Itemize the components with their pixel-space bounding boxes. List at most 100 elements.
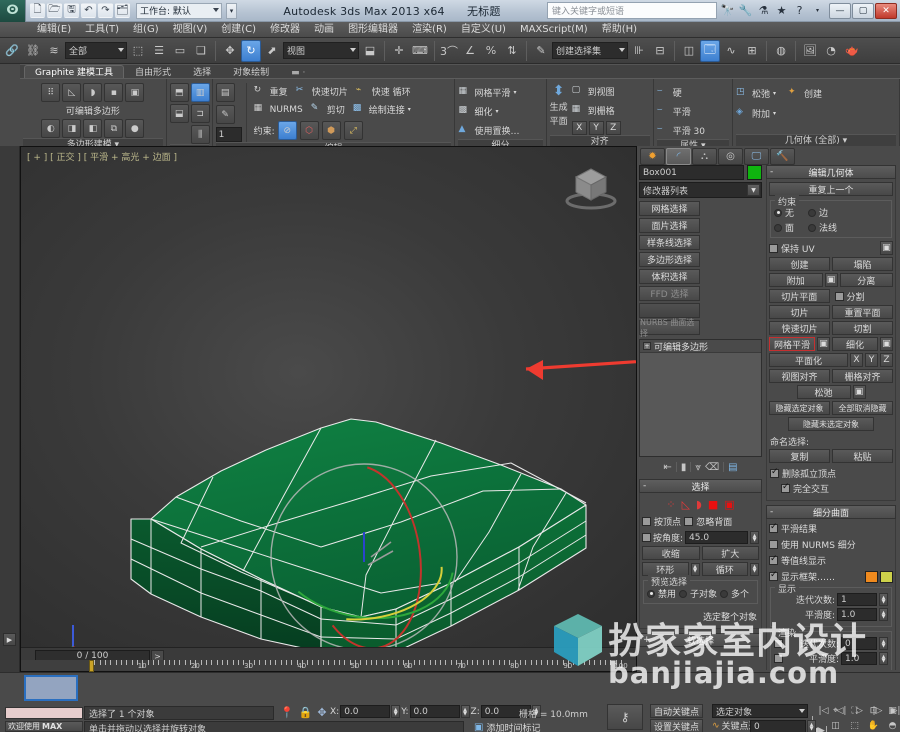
redo-icon[interactable]: ↷ — [98, 3, 113, 18]
minimize-button[interactable]: — — [829, 2, 851, 19]
constraint-none-icon[interactable]: ⊘ — [277, 121, 297, 140]
hide-selected-button[interactable]: 隐藏选定对象 — [769, 401, 830, 415]
field-of-view-icon[interactable]: ◫ — [828, 719, 843, 732]
modifier-stack-entry[interactable]: + 可编辑多边形 — [640, 340, 761, 353]
rendered-frame-window-icon[interactable]: ◔ — [821, 40, 841, 62]
smooth-result-checkbox[interactable] — [769, 522, 778, 533]
select-and-move-icon[interactable]: ✥ — [220, 40, 240, 62]
tessellate-button[interactable]: 细化 — [832, 337, 878, 351]
y-spinner[interactable]: ▲ ▼ — [460, 705, 470, 718]
selected-object-dropdown[interactable]: 选定对象 — [712, 704, 808, 718]
repeat-last-button[interactable]: 重复上一个 — [769, 182, 893, 196]
select-and-manipulate-icon[interactable]: ✛ — [389, 40, 409, 62]
preserve-uv-settings-button[interactable]: ▣ — [880, 241, 893, 255]
menu-item-create[interactable]: 创建(C) — [214, 22, 263, 38]
select-and-rotate-icon[interactable]: ↻ — [241, 39, 261, 62]
render-iterations-spinner[interactable]: ▲ ▼ — [879, 637, 888, 650]
loop-button[interactable]: 循环 — [701, 562, 748, 576]
grow-button[interactable]: 扩大 — [701, 546, 759, 560]
menu-item-maxscript[interactable]: MAXScript(M) — [513, 22, 595, 38]
render-iterations-field[interactable]: 0 — [841, 637, 877, 650]
edit-mode-b-icon[interactable]: ✎ — [215, 105, 235, 124]
select-and-scale-icon[interactable]: ⬈ — [262, 40, 282, 62]
chevron-down-icon[interactable]: ▾ — [773, 110, 776, 117]
ribbon-smooth-button[interactable]: ⌣ 平滑 — [657, 103, 729, 120]
chevron-down-icon[interactable]: ▾ — [513, 89, 516, 96]
chevron-down-icon[interactable]: ▼ — [747, 184, 760, 196]
collapse-button[interactable]: 塌陷 — [832, 257, 893, 271]
planarize-z-button[interactable]: Z — [880, 353, 893, 367]
ribbon-mesh-smooth-button[interactable]: ▦ 网格平滑 ▾ — [458, 84, 542, 101]
planarize-x-button[interactable]: X — [850, 353, 863, 367]
attach-settings-button[interactable]: ▣ — [824, 273, 838, 287]
modify-tab[interactable]: ◜ — [666, 148, 691, 165]
tab-freeform[interactable]: 自由形式 — [124, 65, 182, 78]
favorite-star-icon[interactable]: ★ — [774, 3, 789, 18]
lock-selection-icon[interactable]: 🔒 — [299, 706, 313, 719]
tab-graphite-modeling-tools[interactable]: Graphite 建模工具 — [24, 65, 125, 78]
repeat-toggle-icon[interactable]: ⬒ — [169, 83, 189, 102]
use-pivot-point-center-icon[interactable]: ⬓ — [360, 40, 380, 62]
absolute-relative-icon[interactable]: ✥ — [317, 706, 326, 719]
border-subobject-icon[interactable]: ◗ — [83, 83, 103, 102]
add-time-tag-icon[interactable]: ▣ — [474, 722, 483, 732]
element-icon[interactable]: ▣ — [724, 498, 734, 511]
align-axis-x-button[interactable]: X — [571, 121, 587, 135]
maximize-button[interactable]: ▢ — [852, 2, 874, 19]
constraint-normal-icon[interactable]: ⤢ — [343, 121, 363, 140]
constraint-edge-icon[interactable]: ⬡ — [299, 121, 319, 140]
ring-spinner[interactable]: ▲ ▼ — [690, 562, 700, 576]
menu-item-modifiers[interactable]: 修改器 — [263, 22, 307, 38]
y-coordinate-field[interactable]: 0.0 — [409, 705, 460, 718]
cut-button[interactable]: 切割 — [832, 321, 893, 335]
zoom-all-icon[interactable]: ⛶ — [847, 704, 862, 718]
workspace-dropdown-button[interactable]: ▾ — [226, 2, 237, 19]
ribbon-paint-connect-button[interactable]: ▩ 绘制连接 ▾ — [353, 101, 411, 118]
material-editor-icon[interactable]: ◍ — [771, 40, 791, 62]
constraint-face-icon[interactable]: ⬢ — [321, 121, 341, 140]
preview-multiple-option[interactable]: 多个 — [720, 587, 749, 600]
create-tab[interactable]: ✹ — [640, 148, 665, 165]
current-frame-field[interactable]: 0 — [750, 720, 806, 732]
select-by-name-icon[interactable]: ☰ — [149, 40, 169, 62]
box-object-mesh[interactable] — [21, 147, 636, 647]
menu-item-graph-editors[interactable]: 图形编辑器 — [341, 22, 405, 38]
modifier-list-dropdown[interactable]: 修改器列表 ▼ — [639, 182, 762, 198]
angle-snap-toggle-icon[interactable]: ∠ — [460, 40, 480, 62]
render-production-icon[interactable]: 🫖 — [842, 40, 862, 62]
subobject-level-icon[interactable]: ⫼ — [190, 125, 210, 144]
render-smoothness-spinner[interactable]: ▲ ▼ — [879, 652, 888, 665]
snaps-toggle-icon[interactable]: 3⌒ — [439, 40, 459, 62]
constraint-face-radio[interactable] — [774, 223, 782, 232]
preview-disabled-option[interactable]: 禁用 — [647, 587, 676, 600]
subdivision-rollout-header[interactable]: - 细分曲面 — [766, 505, 896, 519]
edit-geometry-rollout-header[interactable]: - 编辑几何体 — [766, 165, 896, 179]
make-planar-button[interactable]: 平面化 — [769, 353, 848, 367]
selection-filter-dropdown[interactable]: 全部 — [65, 42, 127, 59]
ignore-backfacing-checkbox-row[interactable]: 忽略背面 — [684, 515, 732, 528]
patch-select-button[interactable]: 面片选择 — [639, 218, 700, 233]
constraint-edge-option[interactable]: 边 — [808, 206, 828, 219]
ffd-select-button[interactable]: FFD 选择 — [639, 286, 700, 301]
search-binoculars-icon[interactable]: 🔭 — [720, 3, 735, 18]
align-icon[interactable]: ⊟ — [650, 40, 670, 62]
panel-label-geometry[interactable]: 几何体 (全部) ▾ — [736, 134, 896, 146]
orbit-icon[interactable]: ◓ — [885, 719, 900, 732]
repeat-count-field[interactable]: 1 — [215, 127, 242, 142]
open-file-icon[interactable]: 🗁 — [47, 3, 62, 18]
modifier-stack[interactable]: + 可编辑多边形 — [639, 339, 762, 457]
chevron-down-icon[interactable]: ▾ — [408, 106, 411, 113]
help-dropdown-icon[interactable]: ▾ — [810, 3, 825, 18]
poly-select-button[interactable]: 多边形选择 — [639, 252, 700, 267]
utilities-tab[interactable]: 🔨 — [770, 148, 795, 165]
delete-isolated-vertices-checkbox[interactable] — [770, 467, 779, 478]
ribbon-swift-loop-button[interactable]: ⌁ 快速 循环 — [356, 83, 411, 100]
show-end-result-icon[interactable]: ▮ — [681, 462, 687, 473]
menu-item-animation[interactable]: 动画 — [307, 22, 341, 38]
display-icon[interactable]: ◨ — [62, 119, 82, 138]
ribbon-repeat-last-button[interactable]: ↻ 重复 — [254, 83, 288, 100]
preserve-icon[interactable]: ◐ — [41, 119, 61, 138]
make-planar-button[interactable]: ⬍ 生成 平面 — [550, 83, 568, 135]
ribbon-cut-button[interactable]: ✎ 剪切 — [311, 101, 345, 118]
help-person-icon[interactable]: ⚗ — [756, 3, 771, 18]
